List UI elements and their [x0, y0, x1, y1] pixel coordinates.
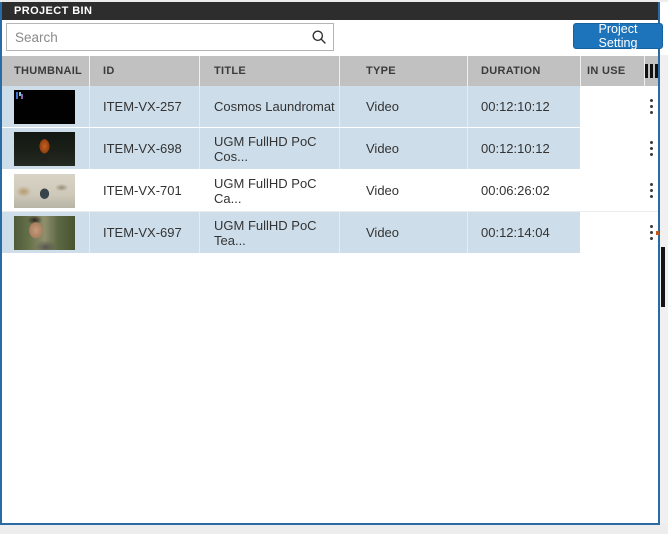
table-row[interactable]: ITEM-VX-257 Cosmos Laundromat Video 00:1… — [2, 86, 658, 128]
panel-title: PROJECT BIN — [14, 5, 93, 17]
scrollbar-thumb[interactable] — [661, 247, 665, 307]
type-cell: Video — [339, 212, 467, 253]
table-row[interactable]: ITEM-VX-697 UGM FullHD PoC Tea... Video … — [2, 212, 658, 254]
id-cell: ITEM-VX-698 — [89, 128, 199, 169]
project-bin-page: PROJECT BIN THUMBNAIL ID TITLE TYPE DURA… — [0, 0, 668, 534]
kebab-menu-icon[interactable] — [649, 99, 653, 102]
kebab-menu-icon[interactable] — [649, 183, 653, 186]
title-cell: UGM FullHD PoC Cos... — [199, 128, 339, 169]
magnifier-icon[interactable] — [311, 29, 327, 45]
title-cell: UGM FullHD PoC Ca... — [199, 170, 339, 211]
type-cell: Video — [339, 86, 467, 127]
type-cell: Video — [339, 170, 467, 211]
duration-cell: 00:12:14:04 — [467, 212, 580, 253]
video-thumbnail — [14, 131, 75, 166]
search-input[interactable] — [7, 24, 333, 50]
project-bin-panel: PROJECT BIN THUMBNAIL ID TITLE TYPE DURA… — [0, 2, 660, 525]
header-in-use[interactable]: IN USE — [580, 56, 644, 86]
type-cell: Video — [339, 128, 467, 169]
duration-cell: 00:12:10:12 — [467, 128, 580, 169]
id-cell: ITEM-VX-701 — [89, 170, 199, 211]
duration-cell: 00:12:10:12 — [467, 86, 580, 127]
in-use-cell — [580, 128, 644, 169]
in-use-cell — [580, 86, 644, 127]
video-thumbnail — [14, 215, 75, 250]
row-menu-cell — [644, 128, 658, 169]
thumbnail-cell — [2, 170, 89, 211]
id-cell: ITEM-VX-697 — [89, 212, 199, 253]
table-row[interactable]: ITEM-VX-698 UGM FullHD PoC Cos... Video … — [2, 128, 658, 170]
table-body: ITEM-VX-257 Cosmos Laundromat Video 00:1… — [2, 86, 658, 254]
header-menu-column — [644, 56, 658, 86]
scrollbar-track[interactable] — [660, 55, 668, 523]
panel-titlebar: PROJECT BIN — [2, 2, 658, 20]
in-use-cell — [580, 212, 644, 253]
column-chooser-icon[interactable] — [645, 64, 648, 78]
kebab-menu-icon[interactable] — [649, 225, 653, 228]
id-cell: ITEM-VX-257 — [89, 86, 199, 127]
in-use-cell — [580, 170, 644, 211]
video-thumbnail — [14, 89, 75, 124]
duration-cell: 00:06:26:02 — [467, 170, 580, 211]
row-menu-cell — [644, 170, 658, 211]
title-cell: Cosmos Laundromat — [199, 86, 339, 127]
header-thumbnail[interactable]: THUMBNAIL — [2, 56, 89, 86]
thumbnail-cell — [2, 128, 89, 169]
table-header-row: THUMBNAIL ID TITLE TYPE DURATION IN USE — [2, 56, 658, 86]
header-title[interactable]: TITLE — [199, 56, 339, 86]
row-menu-cell — [644, 86, 658, 127]
scrollbar-marker — [656, 231, 659, 235]
thumbnail-cell — [2, 212, 89, 253]
toolbar — [2, 20, 658, 56]
thumbnail-cell — [2, 86, 89, 127]
header-duration[interactable]: DURATION — [467, 56, 580, 86]
header-id[interactable]: ID — [89, 56, 199, 86]
project-setting-button[interactable]: Project Setting — [573, 22, 663, 50]
table-row[interactable]: ITEM-VX-701 UGM FullHD PoC Ca... Video 0… — [2, 170, 658, 212]
kebab-menu-icon[interactable] — [649, 141, 653, 144]
search-box — [6, 23, 334, 51]
header-type[interactable]: TYPE — [339, 56, 467, 86]
video-thumbnail — [14, 173, 75, 208]
title-cell: UGM FullHD PoC Tea... — [199, 212, 339, 253]
